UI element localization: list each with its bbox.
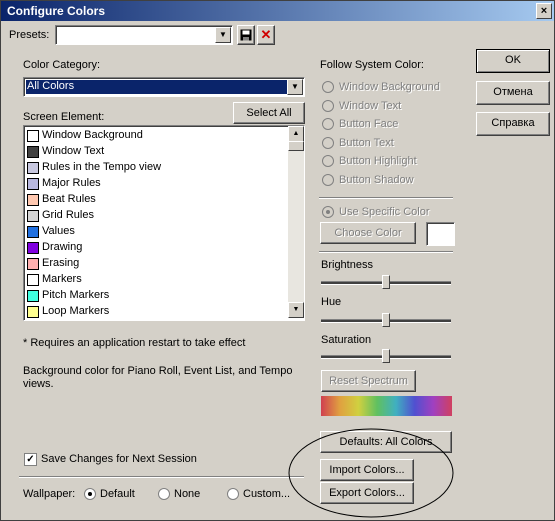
list-item-label: Values	[42, 225, 75, 237]
color-swatch	[27, 162, 39, 174]
brightness-label: Brightness	[321, 259, 373, 271]
follow-system-option-label: Button Text	[339, 136, 394, 149]
restart-note: * Requires an application restart to tak…	[23, 337, 246, 349]
separator-color	[319, 251, 453, 253]
close-icon[interactable]: ×	[536, 3, 552, 19]
color-swatch	[27, 242, 39, 254]
wallpaper-none-label: None	[174, 488, 201, 500]
separator-bottom-left	[19, 476, 304, 478]
hue-slider[interactable]	[382, 313, 390, 327]
hue-label: Hue	[321, 296, 342, 308]
list-item-label: Grid Rules	[42, 209, 94, 221]
delete-icon: ✕	[260, 27, 272, 42]
color-swatch	[27, 178, 39, 190]
color-swatch	[27, 146, 39, 158]
select-all-button[interactable]: Select All	[233, 102, 305, 124]
brightness-slider[interactable]	[382, 275, 390, 289]
list-item-label: Beat Rules	[42, 193, 96, 205]
wallpaper-custom-label: Custom...	[243, 488, 291, 500]
wallpaper-label: Wallpaper:	[23, 488, 76, 500]
follow-system-radio[interactable]	[322, 118, 334, 130]
help-button[interactable]: Справка	[476, 112, 550, 136]
follow-system-option-label: Button Face	[339, 118, 399, 130]
color-swatch	[27, 306, 39, 318]
separator-follow	[319, 197, 453, 199]
presets-label: Presets:	[9, 29, 50, 41]
color-swatch	[27, 194, 39, 206]
color-category-combo[interactable]: All Colors ▼	[23, 77, 305, 97]
window-title: Configure Colors	[7, 4, 105, 18]
follow-system-radio[interactable]	[322, 155, 334, 167]
wallpaper-default-label: Default	[100, 488, 135, 500]
follow-system-radio[interactable]	[322, 81, 334, 93]
list-item-label: Erasing	[42, 257, 80, 269]
list-item-label: Drawing	[42, 241, 83, 253]
choose-color-button[interactable]: Choose Color	[320, 222, 416, 244]
screen-element-list[interactable]: Window Background Window Text Rules in the…	[23, 125, 305, 321]
screen-element-label: Screen Element:	[23, 111, 105, 123]
save-changes-label: Save Changes for Next Session	[41, 453, 197, 465]
follow-system-radio[interactable]	[322, 173, 334, 186]
saturation-slider[interactable]	[382, 349, 390, 363]
list-scrollbar[interactable]: ▲ ▼	[288, 126, 304, 318]
presets-dropdown-icon[interactable]: ▼	[215, 27, 231, 43]
element-description: Background color for Piano Roll, Event L…	[23, 365, 293, 390]
follow-system-radio[interactable]	[322, 99, 334, 112]
color-swatch	[27, 290, 39, 302]
color-spectrum[interactable]	[321, 396, 452, 416]
color-category-value: All Colors	[27, 80, 75, 92]
follow-system-option-label: Button Shadow	[339, 173, 414, 186]
scroll-down-icon[interactable]: ▼	[288, 302, 304, 318]
annotation-ellipse	[288, 428, 454, 518]
list-item-label: Window Text	[42, 145, 105, 157]
save-icon	[240, 29, 252, 41]
cancel-button[interactable]: Отмена	[476, 81, 550, 105]
list-item-label: Loop Markers	[42, 305, 110, 317]
reset-spectrum-button[interactable]: Reset Spectrum	[321, 370, 416, 392]
color-swatch	[27, 258, 39, 270]
presets-combo[interactable]: ▼	[55, 25, 233, 45]
follow-system-radio[interactable]	[322, 136, 334, 149]
wallpaper-custom-radio[interactable]	[227, 488, 239, 500]
save-preset-button[interactable]	[237, 25, 255, 45]
color-swatch	[27, 226, 39, 238]
list-item-label: Pitch Markers	[42, 289, 110, 301]
configure-colors-dialog: Configure Colors × Presets: ▼ ✕ Color Ca…	[0, 0, 555, 521]
follow-system-option-label: Button Highlight	[339, 155, 417, 167]
list-item-label: Major Rules	[42, 177, 101, 189]
color-swatch	[27, 210, 39, 222]
saturation-label: Saturation	[321, 334, 372, 346]
follow-system-option-label: Window Background	[339, 81, 440, 93]
follow-system-label: Follow System Color:	[320, 59, 424, 71]
color-category-label: Color Category:	[23, 59, 101, 71]
wallpaper-default-radio[interactable]	[84, 488, 96, 500]
list-item-label: Markers	[42, 273, 82, 285]
wallpaper-none-radio[interactable]	[158, 488, 170, 500]
color-swatch	[27, 130, 39, 142]
use-specific-label: Use Specific Color	[339, 206, 430, 218]
color-category-dropdown-icon[interactable]: ▼	[287, 79, 303, 95]
delete-preset-button[interactable]: ✕	[257, 25, 275, 45]
follow-system-option-label: Window Text	[339, 99, 402, 112]
scroll-up-icon[interactable]: ▲	[288, 126, 304, 142]
save-changes-checkbox[interactable]: ✓	[24, 453, 37, 466]
color-swatch	[27, 274, 39, 286]
color-preview-swatch	[426, 222, 455, 246]
list-item-label: Rules in the Tempo view	[42, 161, 162, 173]
title-bar: Configure Colors ×	[1, 1, 554, 21]
scroll-thumb[interactable]	[288, 141, 304, 151]
list-item-label: Window Background	[42, 129, 143, 141]
use-specific-radio[interactable]	[322, 206, 334, 218]
ok-button[interactable]: OK	[476, 49, 550, 73]
